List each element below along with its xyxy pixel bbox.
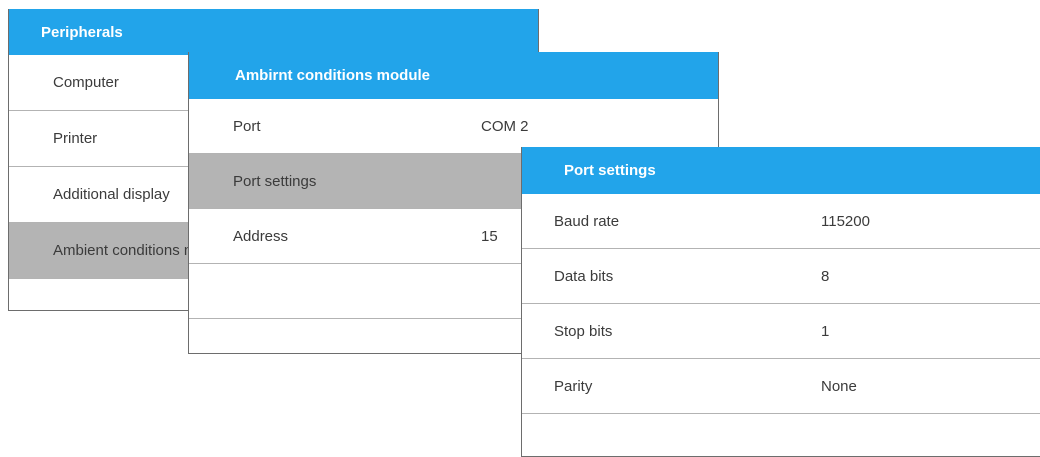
setting-label: Stop bits — [554, 322, 613, 340]
setting-baud-rate[interactable]: Baud rate 115200 — [522, 194, 1040, 249]
setting-port[interactable]: Port COM 2 — [189, 99, 718, 154]
setting-value: 8 — [821, 267, 830, 285]
ambient-module-title: Ambirnt conditions module — [189, 52, 718, 99]
setting-label: Parity — [554, 377, 593, 395]
menu-item-label: Printer — [53, 130, 98, 147]
port-settings-title: Port settings — [522, 147, 1040, 194]
setting-data-bits[interactable]: Data bits 8 — [522, 249, 1040, 304]
setting-value: None — [821, 377, 857, 395]
setting-label: Baud rate — [554, 212, 620, 230]
menu-item-label: Computer — [53, 74, 119, 91]
setting-value: 1 — [821, 322, 830, 340]
setting-parity[interactable]: Parity None — [522, 359, 1040, 414]
peripherals-title: Peripherals — [9, 9, 538, 55]
setting-value: 115200 — [821, 212, 870, 230]
setting-value: COM 2 — [481, 117, 529, 135]
setting-label: Port settings — [233, 172, 317, 190]
setting-label: Data bits — [554, 267, 614, 285]
port-settings-panel: Port settings Baud rate 115200 Data bits… — [521, 147, 1040, 457]
setting-stop-bits[interactable]: Stop bits 1 — [522, 304, 1040, 359]
setting-label: Address — [233, 227, 289, 245]
menu-item-label: Additional display — [53, 186, 170, 203]
setting-value: 15 — [481, 227, 498, 245]
setting-label: Port — [233, 117, 261, 135]
